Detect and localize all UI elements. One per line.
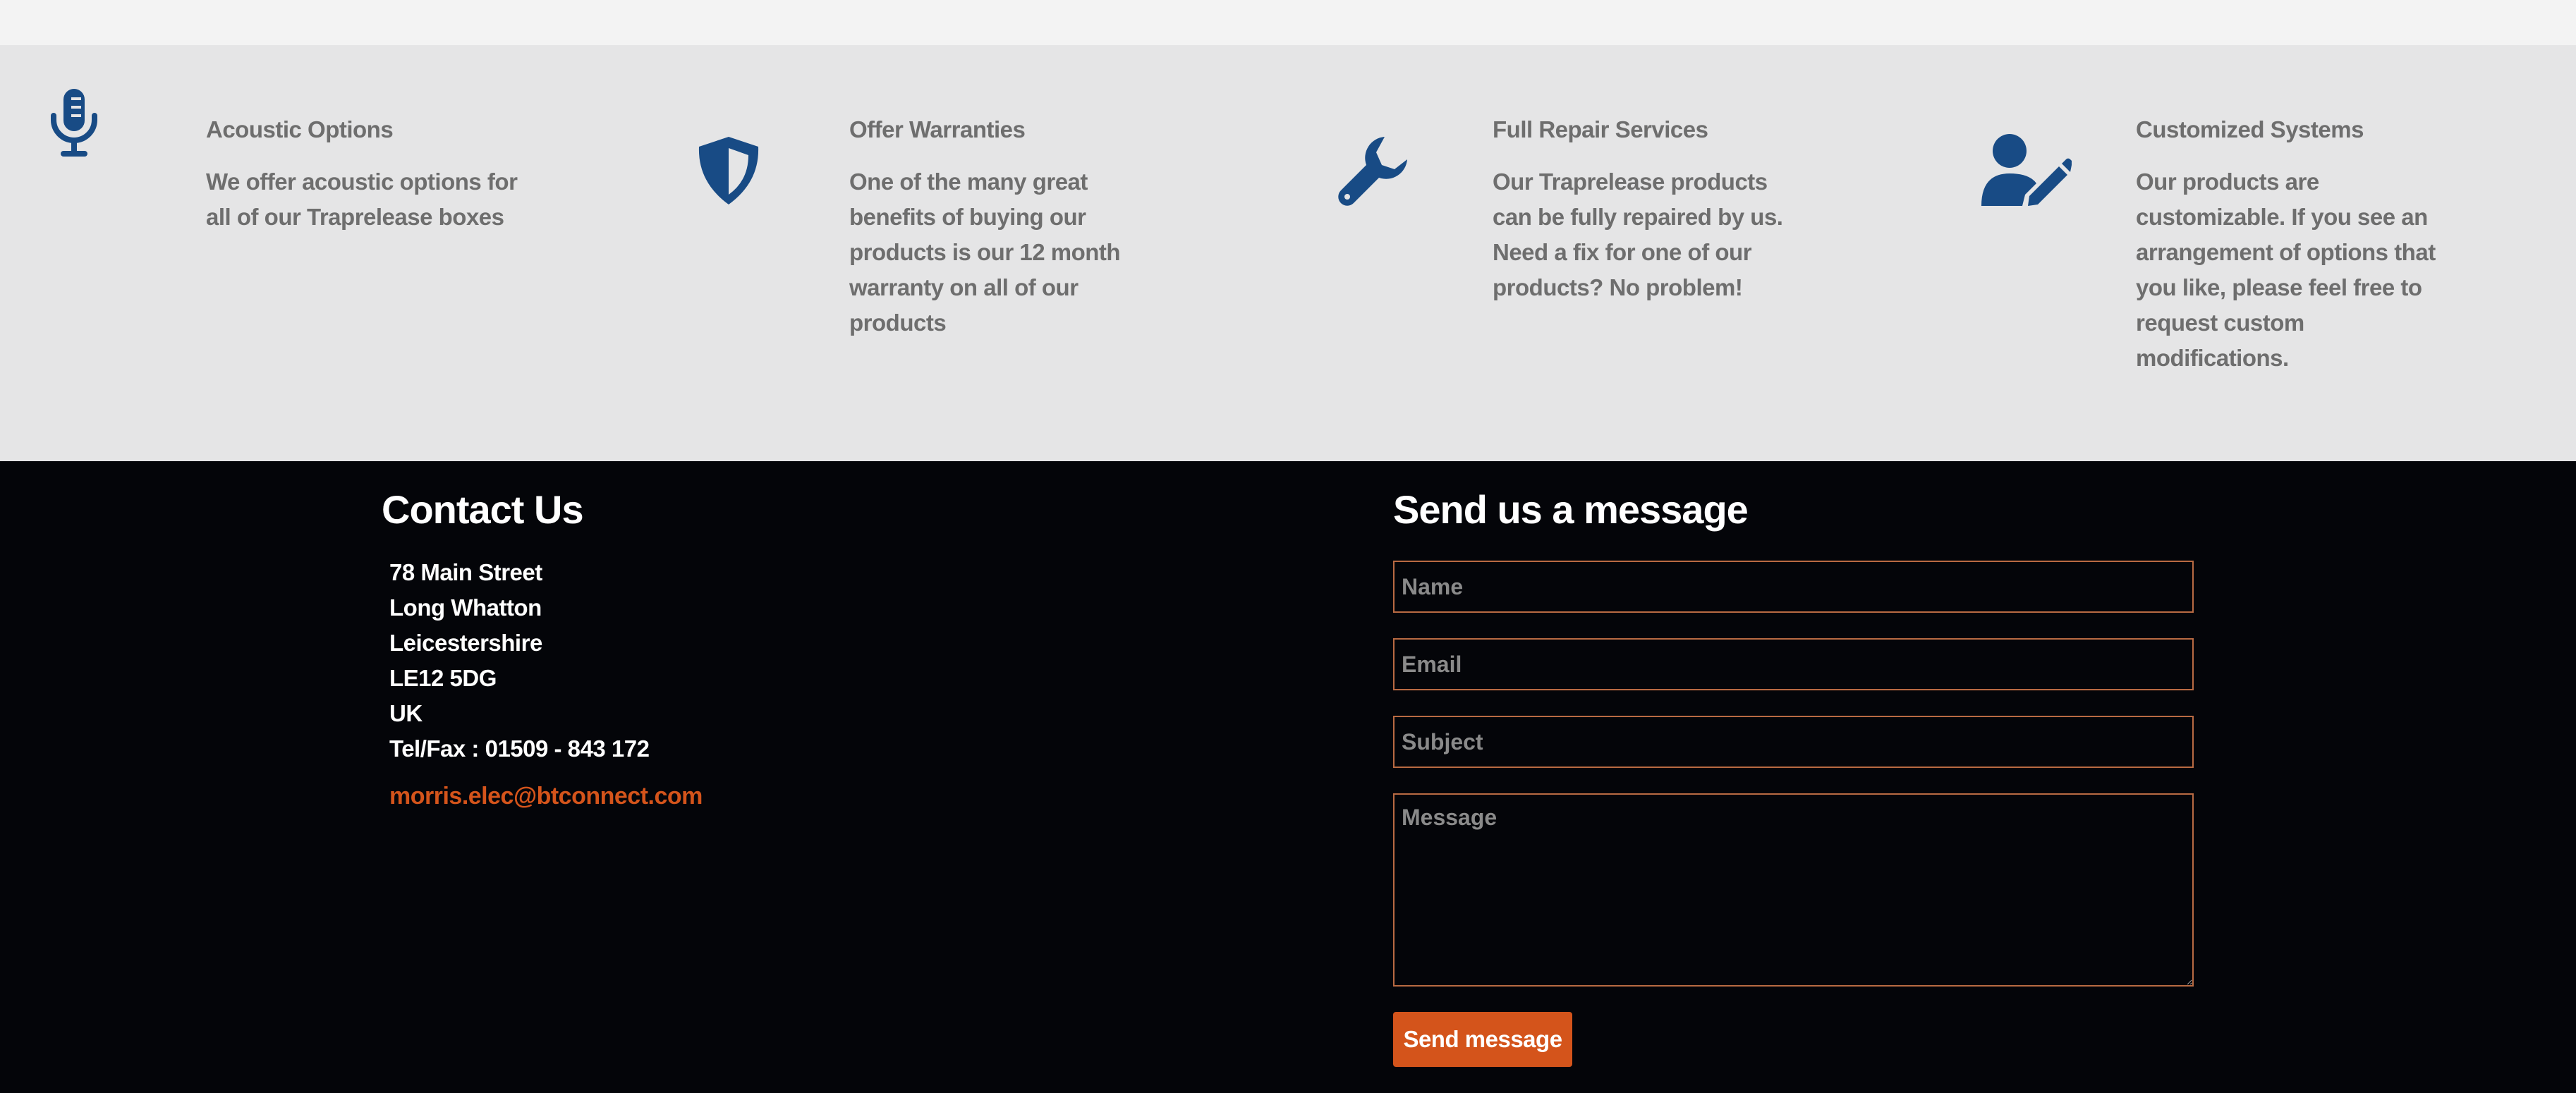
address-line: LE12 5DG bbox=[389, 665, 497, 691]
feature-text-full-repair-services: Our Traprelease products can be fully re… bbox=[1493, 164, 1783, 305]
feature-text-line: arrangement of options that bbox=[2136, 239, 2436, 265]
name-input[interactable] bbox=[1393, 561, 2194, 613]
user-edit-icon bbox=[1979, 133, 2072, 209]
send-message-button[interactable]: Send message bbox=[1393, 1012, 1572, 1067]
feature-text-line: benefits of buying our bbox=[849, 204, 1086, 230]
footer bbox=[0, 461, 2576, 1093]
address-line: UK bbox=[389, 700, 423, 726]
feature-text-line: products is our 12 month bbox=[849, 239, 1121, 265]
contact-email-link[interactable]: morris.elec@btconnect.com bbox=[389, 783, 703, 810]
contact-address: 78 Main Street Long Whatton Leicestershi… bbox=[389, 555, 650, 767]
message-textarea[interactable] bbox=[1393, 793, 2194, 987]
feature-text-line: products? No problem! bbox=[1493, 274, 1743, 300]
feature-text-acoustic-options: We offer acoustic options for all of our… bbox=[206, 164, 518, 235]
feature-title-offer-warranties: Offer Warranties bbox=[849, 116, 1026, 142]
feature-text-line: Our Traprelease products bbox=[1493, 169, 1768, 195]
feature-title-acoustic-options: Acoustic Options bbox=[206, 116, 394, 142]
contact-heading: Contact Us bbox=[382, 487, 584, 532]
message-form-heading: Send us a message bbox=[1393, 487, 1749, 532]
feature-text-offer-warranties: One of the many great benefits of buying… bbox=[849, 164, 1121, 341]
feature-text-line: you like, please feel free to bbox=[2136, 274, 2422, 300]
feature-text-customized-systems: Our products are customizable. If you se… bbox=[2136, 164, 2436, 376]
address-line: Leicestershire bbox=[389, 630, 542, 656]
phone-line: Tel/Fax : 01509 - 843 172 bbox=[389, 735, 650, 762]
feature-title-customized-systems: Customized Systems bbox=[2136, 116, 2364, 142]
shield-icon bbox=[695, 134, 763, 207]
feature-text-line: modifications. bbox=[2136, 345, 2289, 371]
feature-text-line: can be fully repaired by us. bbox=[1493, 204, 1783, 230]
feature-text-line: We offer acoustic options for bbox=[206, 169, 518, 195]
microphone-icon bbox=[49, 87, 99, 159]
feature-text-line: products bbox=[849, 310, 947, 336]
feature-text-line: One of the many great bbox=[849, 169, 1088, 195]
email-input[interactable] bbox=[1393, 638, 2194, 690]
address-line: 78 Main Street bbox=[389, 559, 542, 585]
feature-text-line: Our products are bbox=[2136, 169, 2319, 195]
feature-title-full-repair-services: Full Repair Services bbox=[1493, 116, 1708, 142]
subject-input[interactable] bbox=[1393, 716, 2194, 768]
wrench-icon bbox=[1335, 133, 1413, 210]
feature-text-line: request custom bbox=[2136, 310, 2304, 336]
feature-text-line: all of our Traprelease boxes bbox=[206, 204, 504, 230]
top-strip bbox=[0, 0, 2576, 45]
address-line: Long Whatton bbox=[389, 594, 542, 621]
feature-text-line: customizable. If you see an bbox=[2136, 204, 2428, 230]
feature-text-line: warranty on all of our bbox=[849, 274, 1079, 300]
feature-text-line: Need a fix for one of our bbox=[1493, 239, 1752, 265]
